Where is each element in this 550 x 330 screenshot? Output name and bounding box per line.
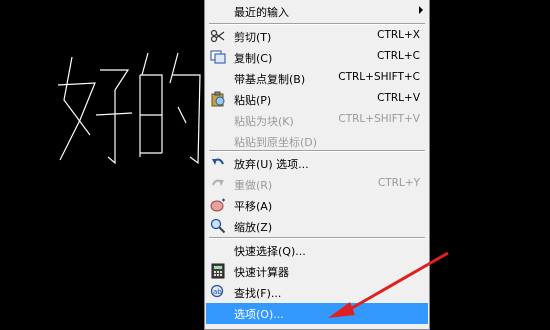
menu-separator — [209, 150, 425, 152]
submenu-arrow-icon — [419, 6, 423, 14]
menu-item-copy[interactable]: 复制(C) CTRL+C — [206, 47, 428, 68]
menu-item-cut[interactable]: 剪切(T) CTRL+X — [206, 26, 428, 47]
menu-item-pan[interactable]: 平移(A) — [206, 195, 428, 216]
zoom-magnifier-icon — [210, 218, 226, 234]
menu-item-label: 粘贴到原坐标(D) — [234, 136, 318, 149]
copy-icon — [210, 50, 226, 64]
menu-item-redo[interactable]: 重做(R) CTRL+Y — [206, 174, 428, 195]
menu-item-label: 最近的输入 — [234, 6, 289, 19]
menu-item-label: 剪切(T) — [234, 31, 272, 44]
menu-item-label: 重做(R) — [234, 179, 273, 192]
menu-item-label: 缩放(Z) — [234, 221, 273, 234]
menu-item-label: 选项(O)... — [234, 308, 284, 321]
paste-icon — [211, 91, 225, 107]
drawing-text-hao-de — [57, 52, 201, 165]
menu-item-quick-select[interactable]: 快速选择(Q)... — [206, 240, 428, 261]
menu-item-label: 快速计算器 — [234, 266, 289, 279]
menu-item-recent-input[interactable]: 最近的输入 — [206, 1, 428, 22]
svg-text:ab: ab — [213, 288, 222, 296]
menu-item-label: 放弃(U) 选项... — [234, 158, 309, 171]
menu-separator — [209, 237, 425, 239]
menu-item-paste[interactable]: 粘贴(P) CTRL+V — [206, 89, 428, 110]
menu-item-shortcut: CTRL+C — [376, 50, 420, 62]
menu-item-shortcut: CTRL+X — [377, 29, 420, 41]
menu-item-label: 查找(F)... — [234, 287, 282, 300]
redo-icon — [212, 179, 224, 186]
menu-item-copy-with-basepoint[interactable]: 带基点复制(B) CTRL+SHIFT+C — [206, 68, 428, 89]
menu-item-quick-calc[interactable]: 快速计算器 — [206, 261, 428, 282]
menu-item-label: 平移(A) — [234, 200, 273, 213]
menu-item-find[interactable]: ab 查找(F)... — [206, 282, 428, 303]
context-menu: 最近的输入 剪切(T) CTRL+X 复制(C) CTRL+C 带基点复制(B)… — [204, 0, 430, 330]
menu-item-paste-to-original-coords[interactable]: 粘贴到原坐标(D) — [206, 131, 428, 152]
menu-item-shortcut: CTRL+SHIFT+V — [338, 113, 420, 125]
menu-item-paste-as-block[interactable]: 粘贴为块(K) CTRL+SHIFT+V — [206, 110, 428, 131]
menu-item-label: 粘贴(P) — [234, 94, 272, 107]
menu-item-label: 复制(C) — [234, 52, 273, 65]
menu-item-label: 粘贴为块(K) — [234, 115, 294, 128]
menu-item-label: 快速选择(Q)... — [234, 245, 306, 258]
menu-item-shortcut: CTRL+V — [377, 92, 420, 104]
menu-item-shortcut: CTRL+Y — [377, 177, 420, 189]
menu-item-zoom[interactable]: 缩放(Z) — [206, 216, 428, 237]
scissors-icon — [210, 29, 225, 43]
calculator-icon — [211, 263, 225, 279]
pan-hand-icon — [210, 198, 225, 212]
menu-item-options[interactable]: 选项(O)... — [206, 303, 428, 324]
menu-item-label: 带基点复制(B) — [234, 73, 306, 86]
find-icon: ab — [210, 284, 224, 298]
menu-item-undo-options[interactable]: 放弃(U) 选项... — [206, 153, 428, 174]
undo-icon — [212, 158, 224, 165]
menu-separator — [209, 23, 425, 25]
menu-item-shortcut: CTRL+SHIFT+C — [338, 71, 420, 83]
